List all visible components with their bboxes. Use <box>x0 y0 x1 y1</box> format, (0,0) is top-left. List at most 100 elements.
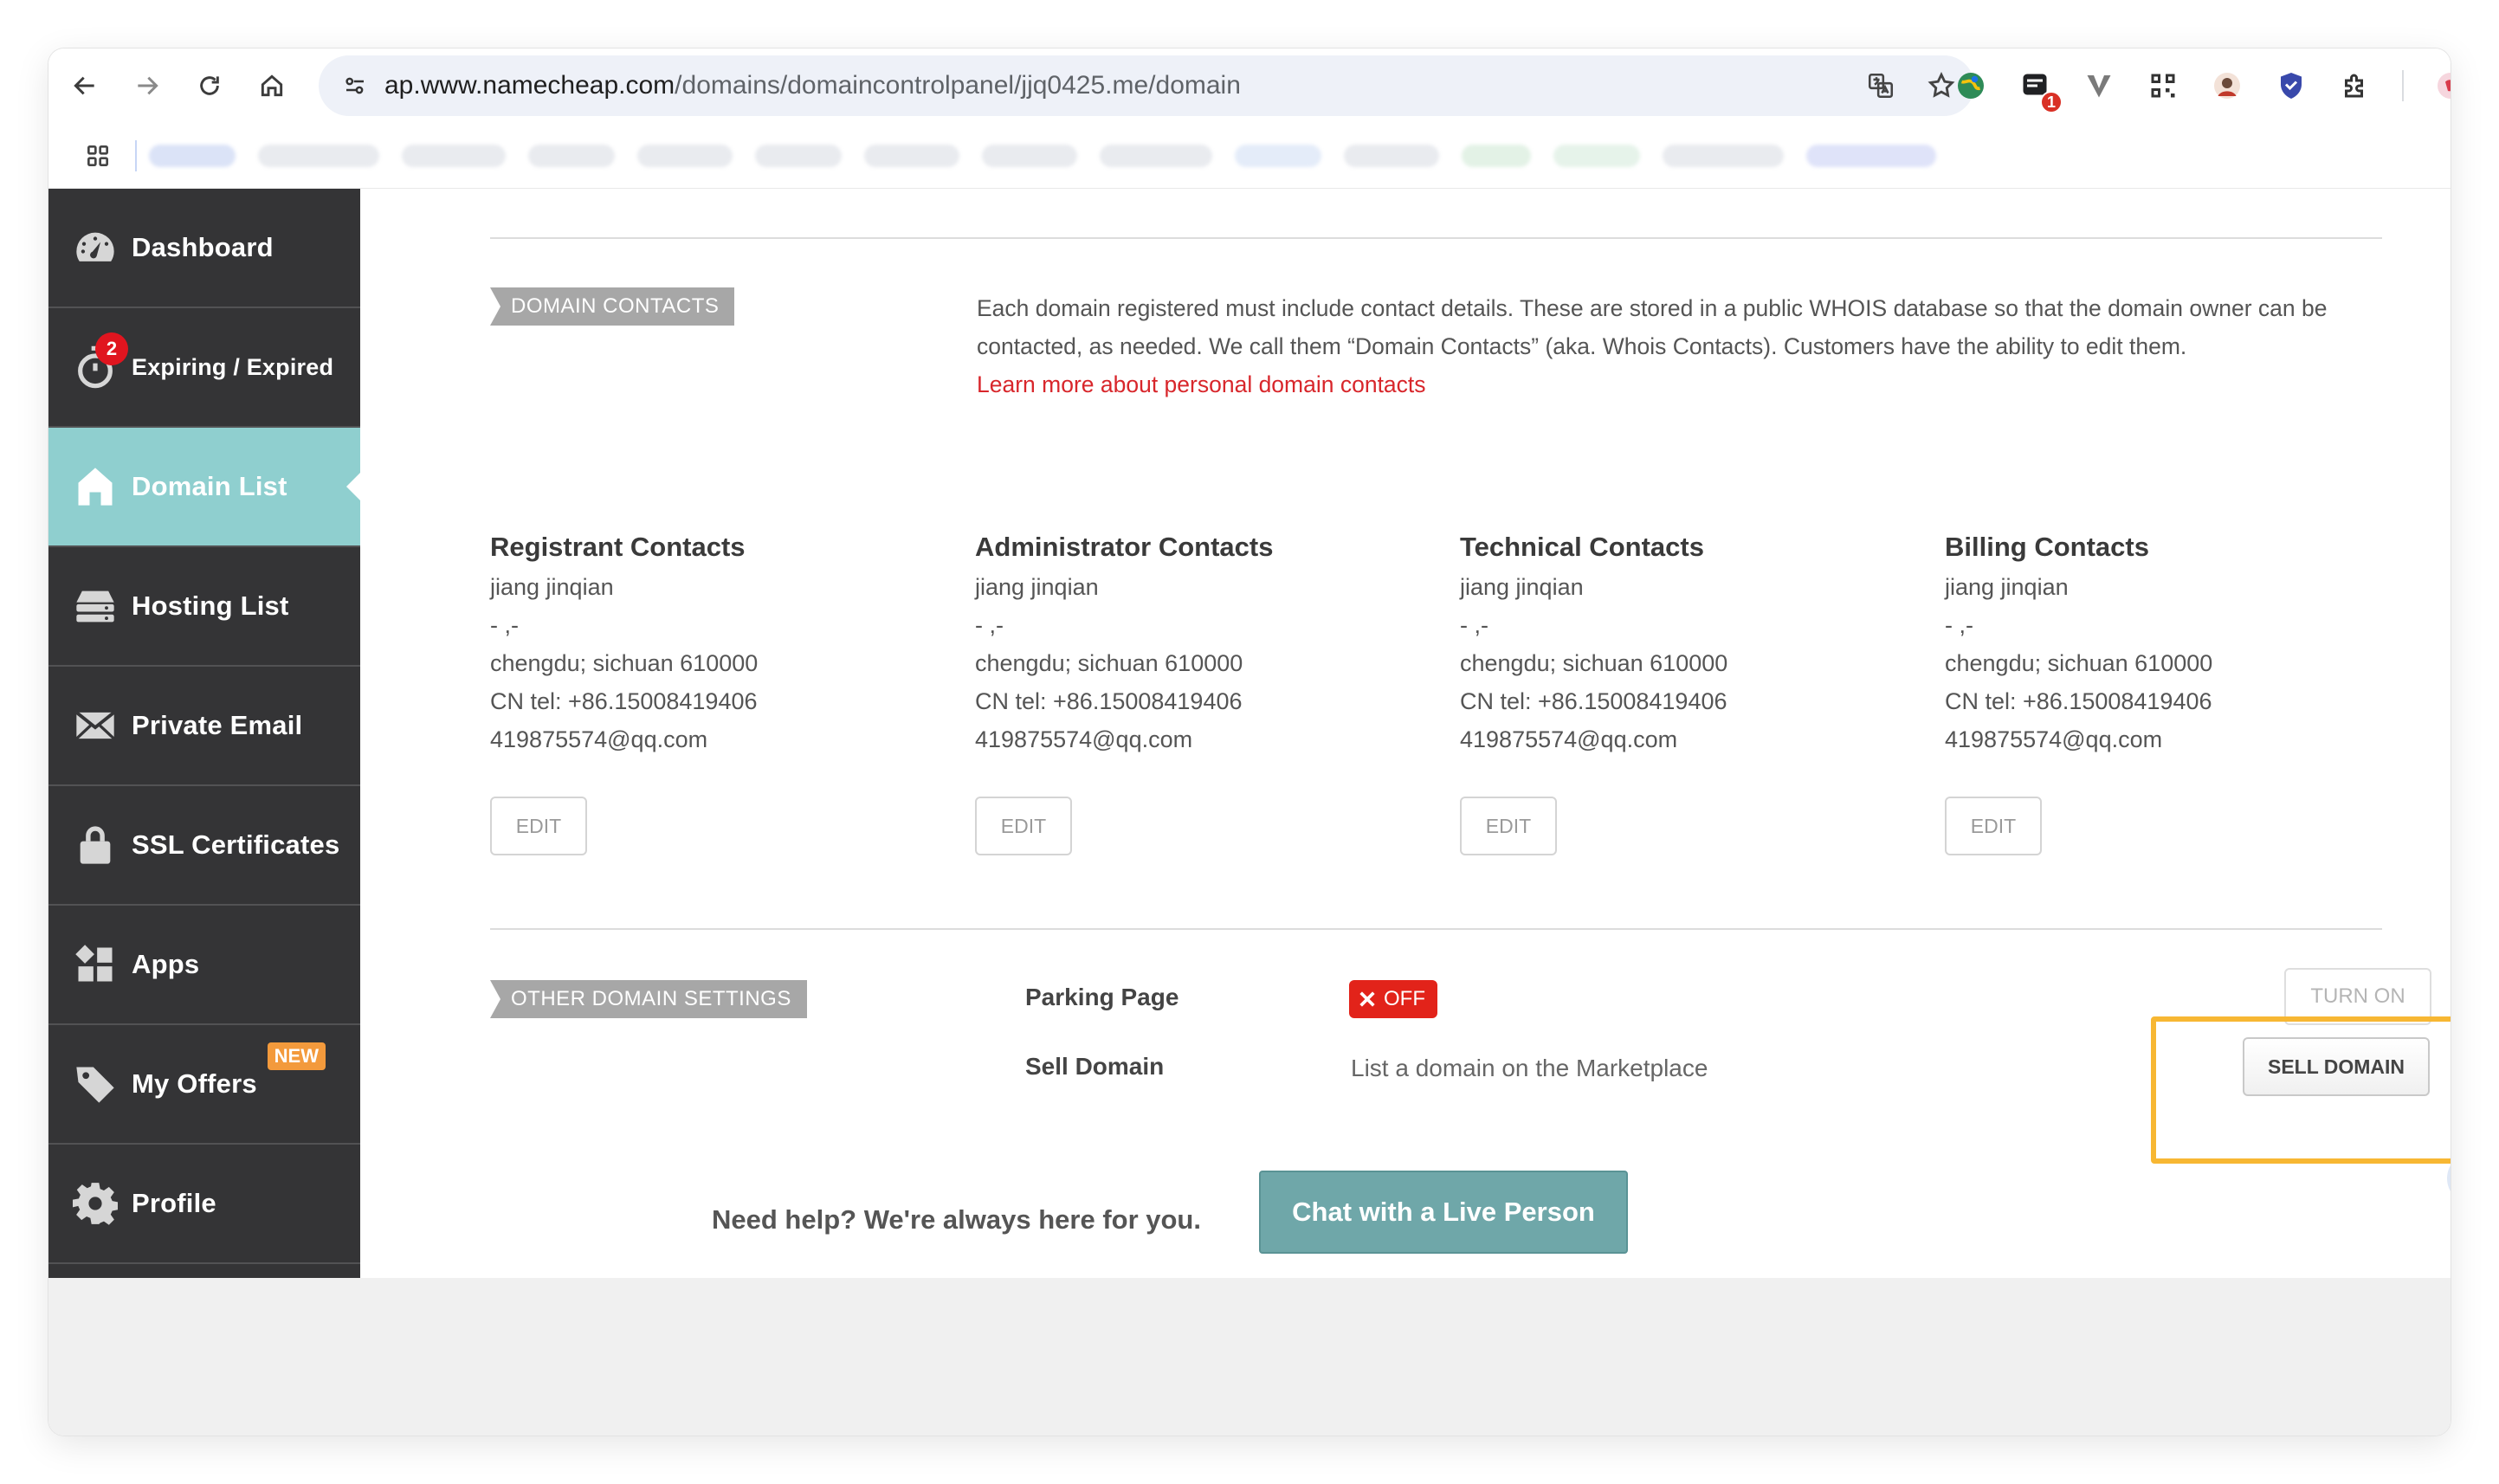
sidebar-item-label: Apps <box>132 949 200 979</box>
sell-domain-button[interactable]: SELL DOMAIN <box>2243 1037 2430 1096</box>
reload-icon <box>200 76 219 95</box>
toolbar-divider <box>2402 70 2404 101</box>
parking-status-badge: OFF <box>1349 980 1437 1018</box>
stopwatch-icon: 2 <box>73 332 128 390</box>
server-icon <box>73 584 118 629</box>
tag-icon <box>73 1061 118 1107</box>
bookmarks-divider <box>135 139 137 171</box>
description-text: Each domain registered must include cont… <box>977 295 2328 359</box>
contact-phone: CN tel: +86.15008419406 <box>1460 688 1727 714</box>
contact-name: jiang jinqian <box>490 574 614 600</box>
extension-badge: 1 <box>2040 91 2063 113</box>
contact-city: chengdu; sichuan 610000 <box>1460 650 1728 676</box>
notes-extension-icon[interactable]: 1 <box>2018 68 2063 113</box>
contact-phone: CN tel: +86.15008419406 <box>975 688 1243 714</box>
sidebar-nav: Dashboard 2 Expiring / Expired Domain Li… <box>48 189 360 1311</box>
contact-email: 419875574@qq.com <box>1460 726 1678 752</box>
contact-city: chengdu; sichuan 610000 <box>1945 650 2213 676</box>
contact-title: Technical Contacts <box>1460 532 1704 562</box>
sidebar-item-label: Profile <box>132 1188 216 1218</box>
envelope-icon <box>73 703 118 748</box>
sidebar-item-profile[interactable]: Profile <box>48 1145 360 1264</box>
sell-domain-description: List a domain on the Marketplace <box>1351 1055 1708 1081</box>
bookmarks-bar <box>48 123 2451 189</box>
sidebar-item-private-email[interactable]: Private Email <box>48 667 360 786</box>
sidebar-item-domain-list[interactable]: Domain List <box>48 428 360 547</box>
contact-city: chengdu; sichuan 610000 <box>490 650 759 676</box>
profile-avatar-icon[interactable] <box>2433 68 2451 103</box>
sidebar-item-label: My Offers <box>132 1068 257 1099</box>
url-host: ap.www.namecheap.com <box>384 71 675 100</box>
domain-contacts-description: Each domain registered must include cont… <box>977 289 2397 403</box>
sidebar-item-my-offers[interactable]: My Offers NEW <box>48 1025 360 1145</box>
site-settings-icon[interactable] <box>338 68 372 103</box>
edit-registrant-button[interactable]: EDIT <box>490 797 587 855</box>
contact-address: - ,- <box>1945 612 1973 638</box>
lock-icon <box>73 823 118 868</box>
sidebar-item-ssl[interactable]: SSL Certificates <box>48 786 360 906</box>
technical-contacts: Technical Contacts jiang jinqian - ,- ch… <box>1460 532 1893 758</box>
extensions-area: 1 <box>1953 57 2451 114</box>
contact-email: 419875574@qq.com <box>490 726 708 752</box>
billing-contacts: Billing Contacts jiang jinqian - ,- chen… <box>1945 532 2378 758</box>
contact-name: jiang jinqian <box>975 574 1099 600</box>
contact-title: Administrator Contacts <box>975 532 1274 562</box>
other-settings-tag: OTHER DOMAIN SETTINGS <box>490 980 807 1018</box>
apps-icon <box>73 942 118 987</box>
turn-on-button[interactable]: TURN ON <box>2284 968 2431 1025</box>
contact-email: 419875574@qq.com <box>975 726 1193 752</box>
avatar-extension-icon[interactable] <box>2210 68 2244 103</box>
sidebar-item-label: Hosting List <box>132 590 289 621</box>
administrator-contacts: Administrator Contacts jiang jinqian - ,… <box>975 532 1408 758</box>
contact-title: Billing Contacts <box>1945 532 2149 562</box>
registrant-contacts: Registrant Contacts jiang jinqian - ,- c… <box>490 532 923 758</box>
v-extension-icon[interactable] <box>2082 68 2116 103</box>
gear-icon <box>73 1181 118 1226</box>
sidebar-item-apps[interactable]: Apps <box>48 906 360 1025</box>
arrow-right-icon <box>138 76 158 95</box>
back-button[interactable] <box>59 60 111 112</box>
contact-name: jiang jinqian <box>1460 574 1584 600</box>
edit-technical-button[interactable]: EDIT <box>1460 797 1557 855</box>
parking-status-text: OFF <box>1384 987 1425 1010</box>
learn-more-link[interactable]: Learn more about personal domain contact… <box>977 365 2397 403</box>
sidebar-item-expiring[interactable]: 2 Expiring / Expired <box>48 308 360 428</box>
close-icon <box>1359 991 1375 1007</box>
contact-name: jiang jinqian <box>1945 574 2069 600</box>
help-text: Need help? We're always here for you. <box>712 1204 1201 1235</box>
help-footer <box>48 1278 2451 1436</box>
new-badge: NEW <box>267 1042 326 1070</box>
sidebar-item-hosting-list[interactable]: Hosting List <box>48 547 360 667</box>
page: Dashboard 2 Expiring / Expired Domain Li… <box>48 189 2451 1436</box>
sidebar-item-dashboard[interactable]: Dashboard <box>48 189 360 308</box>
globe-extension-icon[interactable] <box>1953 68 1988 103</box>
reload-button[interactable] <box>184 60 236 112</box>
contact-city: chengdu; sichuan 610000 <box>975 650 1243 676</box>
forward-button[interactable] <box>121 60 173 112</box>
chat-live-person-button[interactable]: Chat with a Live Person <box>1259 1171 1628 1254</box>
shield-extension-icon[interactable] <box>2274 68 2309 103</box>
edit-administrator-button[interactable]: EDIT <box>975 797 1072 855</box>
divider-middle <box>490 928 2382 930</box>
qr-code-extension-icon[interactable] <box>2146 68 2180 103</box>
main-content: DOMAIN CONTACTS Each domain registered m… <box>360 189 2451 1311</box>
contact-address: - ,- <box>490 612 519 638</box>
arrow-left-icon <box>74 76 94 95</box>
url-path: /domains/domaincontrolpanel/jjq0425.me/d… <box>675 71 1241 100</box>
edit-billing-button[interactable]: EDIT <box>1945 797 2042 855</box>
sell-domain-label: Sell Domain <box>1025 1053 1165 1080</box>
sidebar-item-label: Domain List <box>132 471 287 501</box>
blurred-bookmarks <box>149 144 1936 167</box>
apps-grid-icon[interactable] <box>76 134 119 177</box>
home-outline-icon <box>261 74 283 97</box>
puzzle-extensions-icon[interactable] <box>2338 68 2373 103</box>
translate-icon[interactable] <box>1863 68 1898 103</box>
parking-page-label: Parking Page <box>1025 984 1179 1010</box>
browser-window: ap.www.namecheap.com/domains/domaincontr… <box>48 48 2451 1436</box>
browser-toolbar: ap.www.namecheap.com/domains/domaincontr… <box>48 48 2451 123</box>
home-button[interactable] <box>246 60 298 112</box>
address-bar[interactable]: ap.www.namecheap.com/domains/domaincontr… <box>319 55 1974 116</box>
contact-title: Registrant Contacts <box>490 532 746 562</box>
dashboard-gauge-icon <box>73 225 118 270</box>
contact-address: - ,- <box>975 612 1004 638</box>
